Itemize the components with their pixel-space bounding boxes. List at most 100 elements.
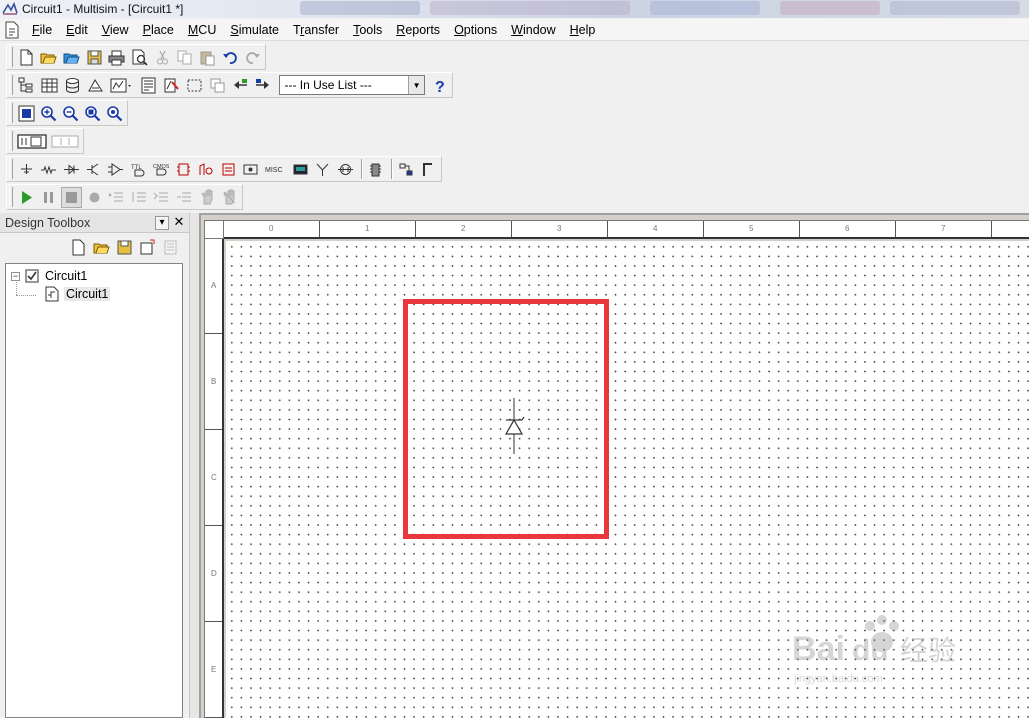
toolbar-grip[interactable] bbox=[9, 159, 13, 179]
new-subcircuit-icon[interactable] bbox=[137, 237, 158, 258]
print-icon[interactable] bbox=[107, 47, 128, 68]
menu-item[interactable]: Help bbox=[563, 20, 603, 40]
menu-item[interactable]: Reports bbox=[389, 20, 447, 40]
toolbar-grip[interactable] bbox=[9, 47, 13, 67]
menu-item-text: imulate bbox=[238, 22, 279, 37]
record-icon[interactable] bbox=[84, 187, 105, 208]
step-into-icon[interactable] bbox=[106, 187, 127, 208]
close-icon[interactable]: ✕ bbox=[172, 215, 186, 230]
open-folder-icon[interactable] bbox=[39, 47, 60, 68]
remove-breakpoints-icon[interactable] bbox=[219, 187, 240, 208]
menu-item[interactable]: Window bbox=[504, 20, 562, 40]
toggle-breakpoint-icon[interactable] bbox=[197, 187, 218, 208]
document-icon[interactable] bbox=[3, 21, 21, 39]
spreadsheet-view-icon[interactable] bbox=[39, 75, 60, 96]
create-component-icon[interactable] bbox=[85, 75, 106, 96]
ruler-tick bbox=[799, 221, 800, 237]
panel-splitter[interactable] bbox=[189, 213, 199, 718]
place-rf-icon[interactable] bbox=[313, 159, 333, 180]
menu-item[interactable]: View bbox=[95, 20, 136, 40]
menu-item-text: elp bbox=[578, 22, 596, 37]
back-annotate-icon[interactable] bbox=[230, 75, 251, 96]
place-indicator-icon[interactable] bbox=[240, 159, 260, 180]
place-hierarchical-block-icon[interactable] bbox=[396, 159, 416, 180]
forward-annotate-icon[interactable] bbox=[253, 75, 274, 96]
zoom-out-icon[interactable] bbox=[60, 103, 80, 124]
place-transistor-icon[interactable] bbox=[83, 159, 103, 180]
new-file-icon[interactable] bbox=[16, 47, 37, 68]
collapse-icon[interactable]: − bbox=[11, 271, 20, 281]
capture-screen-area-icon[interactable] bbox=[184, 75, 205, 96]
grapher-icon[interactable] bbox=[108, 75, 136, 96]
place-misc-icon[interactable]: MISC bbox=[263, 159, 288, 180]
place-mixed-icon[interactable] bbox=[218, 159, 238, 180]
remove-icon[interactable] bbox=[160, 237, 181, 258]
place-mcu-icon[interactable] bbox=[173, 159, 193, 180]
place-analog-icon[interactable] bbox=[106, 159, 126, 180]
zoom-fit-icon[interactable] bbox=[105, 103, 125, 124]
tree-item-root[interactable]: − Circuit1 bbox=[11, 267, 89, 285]
save-icon[interactable] bbox=[84, 47, 105, 68]
postprocessor-icon[interactable] bbox=[138, 75, 159, 96]
menu-item[interactable]: File bbox=[25, 20, 59, 40]
menu-item[interactable]: Edit bbox=[59, 20, 95, 40]
open-design-icon[interactable] bbox=[61, 47, 82, 68]
open-design-icon[interactable] bbox=[91, 237, 112, 258]
place-source-icon[interactable] bbox=[16, 159, 36, 180]
undo-icon[interactable] bbox=[220, 47, 241, 68]
dock-menu-icon[interactable]: ▾ bbox=[155, 215, 169, 230]
zoom-area-icon[interactable] bbox=[16, 103, 36, 124]
new-design-icon[interactable] bbox=[68, 237, 89, 258]
zoom-sheet-icon[interactable] bbox=[83, 103, 103, 124]
menu-item[interactable]: Options bbox=[447, 20, 504, 40]
place-misc-digital-icon[interactable] bbox=[196, 159, 216, 180]
step-out-icon[interactable] bbox=[152, 187, 173, 208]
background-tab-blur bbox=[300, 1, 420, 15]
menu-item[interactable]: Tools bbox=[346, 20, 389, 40]
place-ladder-icon[interactable] bbox=[366, 159, 386, 180]
design-toolbox-icon[interactable] bbox=[16, 75, 37, 96]
background-tab-blur bbox=[890, 1, 1020, 15]
cut-icon[interactable] bbox=[152, 47, 173, 68]
run-to-cursor-icon[interactable] bbox=[174, 187, 195, 208]
place-bus-icon[interactable] bbox=[419, 159, 439, 180]
run-icon[interactable] bbox=[16, 187, 37, 208]
toolbar-grip[interactable] bbox=[9, 103, 13, 123]
goto-parent-sheet-icon[interactable] bbox=[207, 75, 228, 96]
place-cmos-icon[interactable]: CMOS bbox=[151, 159, 171, 180]
toolbar-grip[interactable] bbox=[9, 131, 13, 151]
toolbar-grip[interactable] bbox=[9, 187, 13, 207]
svg-text:Bai: Bai bbox=[792, 630, 845, 668]
toolbar-grip[interactable] bbox=[9, 75, 13, 95]
menu-item-accelerator: F bbox=[32, 22, 40, 37]
print-preview-icon[interactable] bbox=[129, 47, 150, 68]
zoom-in-icon[interactable] bbox=[38, 103, 58, 124]
copy-icon[interactable] bbox=[174, 47, 195, 68]
place-ttl-icon[interactable]: TTL bbox=[128, 159, 148, 180]
paste-icon[interactable] bbox=[197, 47, 218, 68]
save-design-icon[interactable] bbox=[114, 237, 135, 258]
toolbar-separator bbox=[391, 159, 394, 179]
menu-item[interactable]: Transfer bbox=[286, 20, 346, 40]
step-over-icon[interactable] bbox=[129, 187, 150, 208]
pause-icon[interactable] bbox=[39, 187, 60, 208]
tree-item-circuit[interactable]: Circuit1 bbox=[44, 285, 111, 303]
in-use-list-dropdown[interactable]: --- In Use List --- ▼ bbox=[279, 75, 426, 95]
redo-icon[interactable] bbox=[242, 47, 263, 68]
menu-item[interactable]: MCU bbox=[181, 20, 223, 40]
help-icon[interactable]: ? bbox=[429, 75, 450, 96]
chevron-down-icon[interactable]: ▼ bbox=[408, 76, 425, 94]
baidu-watermark-logo: Bai du 经验 jingyan.baidu.com bbox=[792, 615, 956, 685]
database-manager-icon[interactable] bbox=[62, 75, 83, 96]
show-border-icon[interactable] bbox=[50, 131, 80, 152]
erc-icon[interactable] bbox=[161, 75, 182, 96]
place-basic-icon[interactable] bbox=[38, 159, 58, 180]
show-grid-icon[interactable] bbox=[16, 131, 48, 152]
place-diode-icon[interactable] bbox=[61, 159, 81, 180]
stop-icon[interactable] bbox=[61, 186, 82, 208]
place-advanced-peripherals-icon[interactable] bbox=[290, 159, 310, 180]
menu-item[interactable]: Simulate bbox=[223, 20, 286, 40]
menu-item[interactable]: Place bbox=[136, 20, 181, 40]
zener-diode-component[interactable] bbox=[502, 398, 526, 454]
place-electromechanical-icon[interactable] bbox=[335, 159, 355, 180]
